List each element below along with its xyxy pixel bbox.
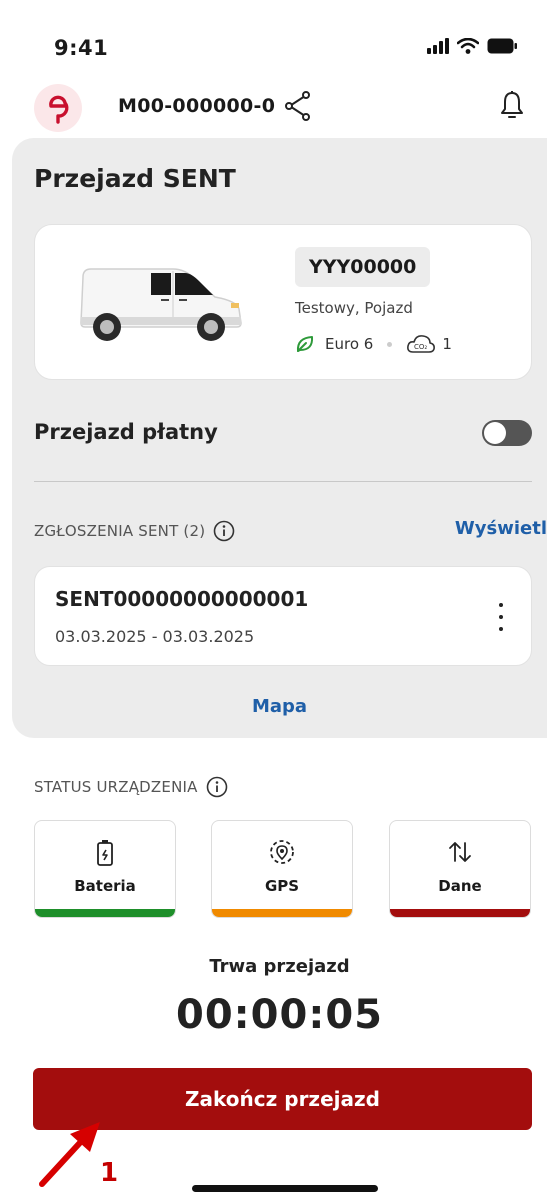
status-bar: 9:41 [0,0,547,80]
battery-icon [35,839,175,867]
more-options-icon[interactable] [491,603,511,631]
toggle-knob [484,422,506,444]
device-id: M00-000000-0 [118,95,276,117]
status-icons [427,37,517,58]
tile-data[interactable]: Dane [389,820,531,918]
trip-in-progress-label: Trwa przejazd [209,956,350,977]
euro-class: Euro 6 [325,335,374,353]
app-header: M00-000000-0 [0,80,547,138]
info-icon[interactable] [213,520,235,542]
end-trip-button[interactable]: Zakończ przejazd [33,1068,532,1130]
status-tiles: Bateria GPS Dane [34,820,532,918]
trip-section: Przejazd SENT YYY00000 Testowy, Pojazd E… [12,138,547,738]
separator-dot [387,341,393,347]
tile-battery[interactable]: Bateria [34,820,176,918]
home-indicator [192,1185,378,1192]
sent-number: SENT00000000000001 [55,587,309,611]
leaf-icon [295,334,315,354]
battery-status-bar [35,909,175,917]
view-all-link[interactable]: Wyświetl [455,518,547,539]
vehicle-card[interactable]: YYY00000 Testowy, Pojazd Euro 6 CO₂ 1 [34,224,532,380]
sent-section-title: ZGŁOSZENIA SENT (2) [34,522,206,540]
device-status-title: STATUS URZĄDZENIA [34,778,198,796]
paid-trip-toggle[interactable] [482,420,532,446]
paid-trip-label: Przejazd płatny [34,420,218,444]
battery-status-icon [487,38,517,58]
app-logo[interactable] [34,84,82,132]
gps-status-bar [212,909,352,917]
tile-label: GPS [264,877,300,895]
annotation-arrow-icon [34,1120,106,1196]
sent-card[interactable]: SENT00000000000001 03.03.2025 - 03.03.20… [34,566,532,666]
tile-label: Dane [438,877,482,895]
data-transfer-icon [390,839,530,865]
info-icon[interactable] [206,776,228,798]
page-title: Przejazd SENT [34,164,236,193]
co2-class: 1 [442,335,452,353]
co2-cloud-icon: CO₂ [406,333,436,355]
signal-icon [427,38,449,58]
notifications-bell-icon[interactable] [500,90,524,124]
sent-dates: 03.03.2025 - 03.03.2025 [55,627,255,646]
device-status-header: STATUS URZĄDZENIA [34,776,228,798]
phone-screen: 9:41 M00-000000-0 Przejazd SENT YYY00000… [0,0,547,1203]
section-divider [34,481,532,482]
trip-timer: 00:00:05 [176,992,383,1038]
logo-pin-icon [49,95,69,124]
vehicle-specs: Euro 6 CO₂ 1 [295,333,452,355]
map-link[interactable]: Mapa [12,696,547,717]
license-plate: YYY00000 [295,247,431,287]
vehicle-owner: Testowy, Pojazd [295,299,413,317]
annotation-number: 1 [100,1158,119,1188]
tile-gps[interactable]: GPS [211,820,353,918]
tile-label: Bateria [74,877,136,895]
data-status-bar [390,909,530,917]
wifi-icon [456,37,480,58]
status-time: 9:41 [54,36,109,60]
svg-text:CO₂: CO₂ [414,343,427,351]
share-icon[interactable] [284,90,312,126]
van-image [77,263,247,345]
sent-section-header: ZGŁOSZENIA SENT (2) [34,520,235,542]
gps-icon [212,839,352,865]
